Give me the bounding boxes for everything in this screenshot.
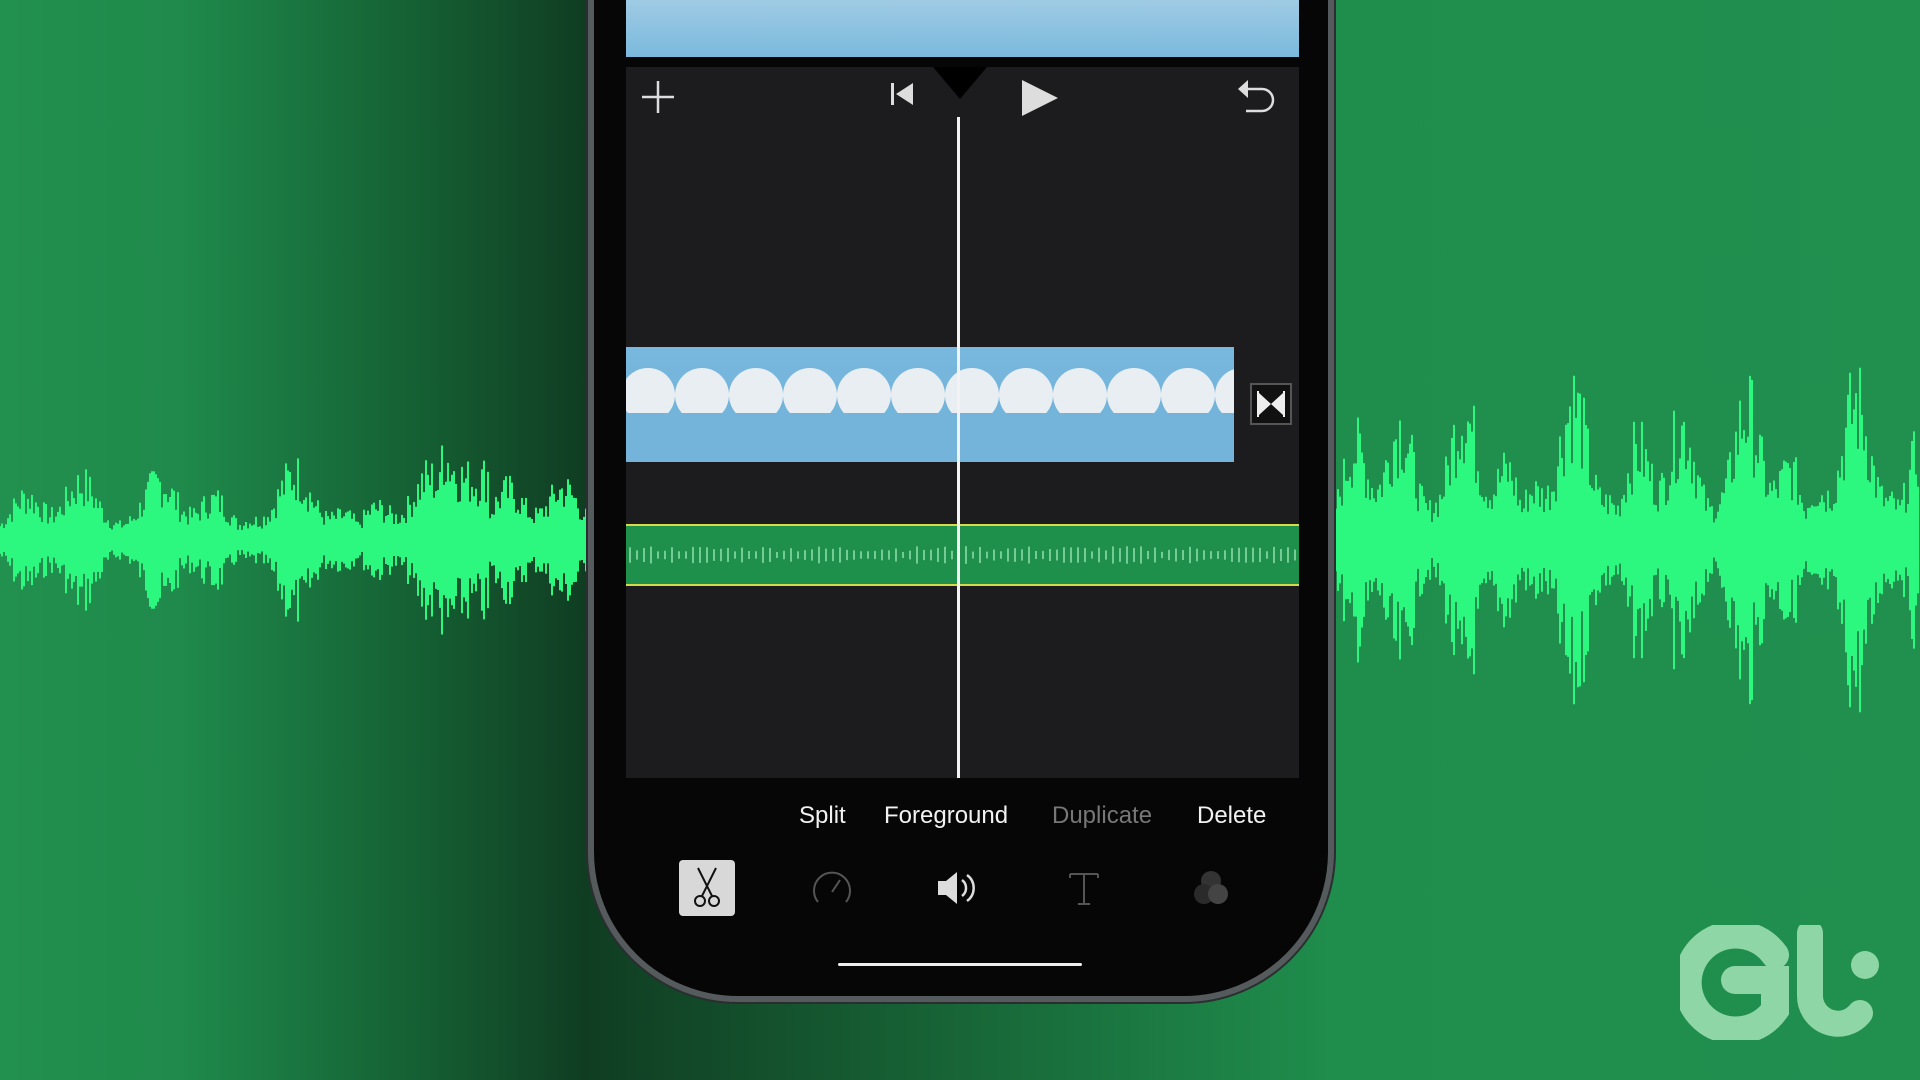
clip-thumbnails bbox=[621, 368, 1269, 462]
audio-track-waveform bbox=[629, 546, 1296, 564]
text-tool[interactable] bbox=[1056, 860, 1112, 916]
home-indicator bbox=[838, 963, 1082, 966]
volume-tool[interactable] bbox=[930, 860, 986, 916]
filters-icon bbox=[1194, 871, 1228, 904]
transition-button[interactable] bbox=[1250, 383, 1292, 425]
audio-waveform-right bbox=[1334, 367, 1919, 713]
add-media-button[interactable] bbox=[640, 79, 676, 115]
video-clip[interactable] bbox=[621, 347, 1269, 462]
playhead-marker bbox=[933, 67, 987, 99]
text-icon bbox=[1069, 873, 1099, 905]
timeline bbox=[621, 67, 1299, 778]
undo-button[interactable] bbox=[1236, 77, 1278, 117]
guiding-tech-logo bbox=[1680, 925, 1879, 1040]
audio-track[interactable] bbox=[626, 524, 1299, 586]
split-button[interactable]: Split bbox=[799, 802, 846, 830]
scissors-icon bbox=[694, 867, 720, 907]
speed-tool[interactable] bbox=[804, 860, 860, 916]
playhead[interactable] bbox=[957, 117, 960, 778]
foreground-button[interactable]: Foreground bbox=[884, 802, 1008, 830]
skip-to-start-button[interactable] bbox=[888, 79, 918, 109]
duplicate-button[interactable]: Duplicate bbox=[1052, 802, 1152, 830]
audio-waveform-left bbox=[0, 445, 589, 635]
filters-tool[interactable] bbox=[1183, 860, 1239, 916]
imovie-editor: Split Foreground Duplicate Delete bbox=[621, 0, 1299, 1000]
volume-icon bbox=[938, 872, 975, 904]
video-preview bbox=[626, 0, 1299, 57]
scissors-tool[interactable] bbox=[679, 860, 735, 916]
delete-button[interactable]: Delete bbox=[1197, 802, 1266, 830]
play-button[interactable] bbox=[1018, 77, 1060, 119]
speedometer-icon bbox=[813, 871, 851, 903]
